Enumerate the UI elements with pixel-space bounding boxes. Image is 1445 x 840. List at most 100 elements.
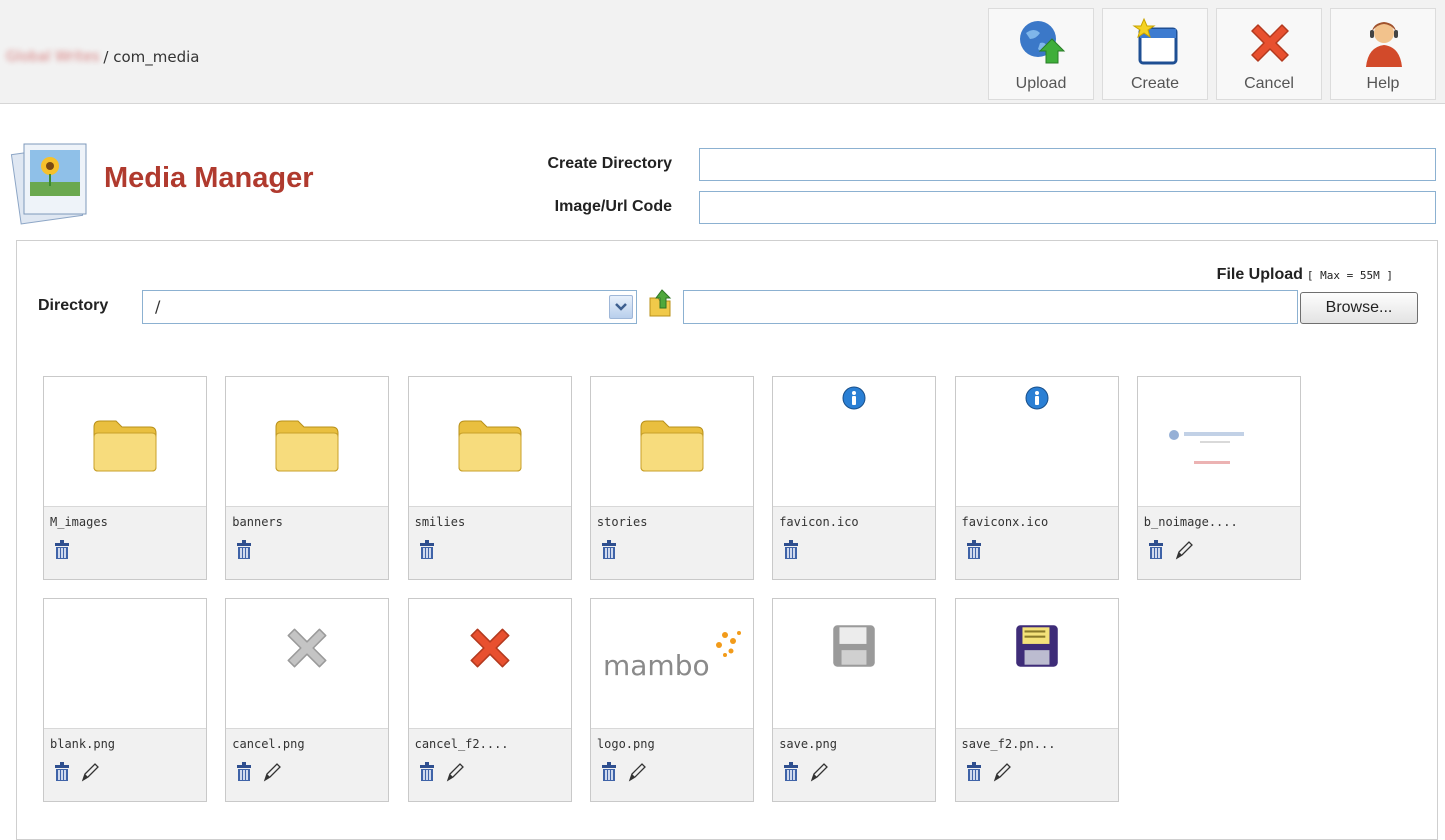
info-icon [842, 386, 866, 410]
media-actions [1146, 539, 1194, 561]
media-tile[interactable]: save_f2.pn... [954, 598, 1119, 802]
pencil-icon[interactable] [262, 761, 282, 783]
media-tile[interactable]: banners [225, 376, 390, 580]
file-upload-input[interactable] [683, 290, 1298, 324]
trash-icon[interactable] [234, 539, 254, 561]
media-filename: M_images [50, 515, 108, 529]
media-thumbnail[interactable] [773, 377, 936, 507]
trash-icon[interactable] [52, 539, 72, 561]
breadcrumb-path: / com_media [103, 48, 200, 66]
media-tile[interactable]: cancel.png [225, 598, 390, 802]
trash-icon[interactable] [417, 761, 437, 783]
media-filename: logo.png [596, 737, 655, 751]
media-tile[interactable]: mambo logo.png [589, 598, 754, 802]
media-filename: save_f2.pn... [961, 737, 1056, 751]
trash-icon[interactable] [964, 761, 984, 783]
create-directory-label: Create Directory [547, 155, 673, 172]
media-thumbnail[interactable] [773, 599, 936, 729]
media-actions [52, 539, 72, 561]
media-filename: cancel.png [232, 737, 305, 751]
upload-label: Upload [1015, 75, 1067, 92]
media-actions [781, 539, 801, 561]
image-url-code-input[interactable] [699, 191, 1436, 224]
media-tile[interactable]: stories [589, 376, 754, 580]
create-directory-input[interactable] [699, 148, 1436, 181]
media-thumbnail[interactable] [590, 377, 753, 507]
mambo-logo-icon: mambo [603, 631, 741, 682]
trash-icon[interactable] [964, 539, 984, 561]
help-icon [1366, 22, 1402, 67]
media-filename: stories [596, 515, 648, 529]
media-actions [417, 761, 465, 783]
directory-select[interactable]: / [142, 290, 637, 324]
help-button[interactable]: Help [1330, 8, 1436, 100]
media-tile[interactable]: blank.png [43, 598, 207, 802]
media-tile[interactable]: smilies [407, 376, 572, 580]
media-filename: b_noimage.... [1143, 515, 1238, 529]
media-tile[interactable]: save.png [772, 598, 937, 802]
trash-icon[interactable] [781, 539, 801, 561]
chevron-down-icon[interactable] [609, 295, 633, 319]
trash-icon[interactable] [781, 761, 801, 783]
media-actions [781, 761, 829, 783]
media-thumbnail[interactable]: mambo [590, 599, 753, 729]
help-label: Help [1366, 75, 1400, 92]
site-name[interactable]: Global Writes [6, 49, 99, 65]
media-tile[interactable]: cancel_f2.... [407, 598, 572, 802]
media-thumbnail[interactable] [955, 599, 1118, 729]
media-filename: banners [232, 515, 283, 529]
folder-icon [93, 420, 157, 472]
media-thumbnail[interactable] [1137, 377, 1300, 507]
media-thumbnail[interactable] [226, 599, 389, 729]
trash-icon[interactable] [1146, 539, 1166, 561]
pencil-icon[interactable] [1174, 539, 1194, 561]
media-thumbnail[interactable] [44, 599, 206, 729]
max-size-label: [ Max = 55M ] [1306, 269, 1393, 282]
top-toolbar: Global Writes / com_media Upload Create … [0, 0, 1445, 104]
media-thumbnail[interactable] [955, 377, 1118, 507]
page-title: Media Manager [104, 162, 314, 194]
media-thumbnail[interactable] [408, 599, 571, 729]
info-icon [1025, 386, 1048, 410]
media-filename: smilies [414, 515, 466, 529]
trash-icon[interactable] [417, 539, 437, 561]
media-actions [599, 761, 647, 783]
media-filename: favicon.ico [779, 515, 859, 529]
pencil-icon[interactable] [80, 761, 100, 783]
mambo-logo-text: mambo [603, 649, 710, 682]
save-color-icon [1015, 625, 1058, 667]
trash-icon[interactable] [234, 761, 254, 783]
cancel-red-icon [470, 628, 510, 668]
folder-icon [458, 420, 522, 472]
trash-icon[interactable] [599, 761, 619, 783]
media-tile[interactable]: b_noimage.... [1136, 376, 1301, 580]
create-icon [1132, 17, 1178, 65]
media-thumbnail[interactable] [408, 377, 571, 507]
create-label: Create [1130, 75, 1180, 92]
file-upload-text: File Upload [1216, 266, 1303, 283]
upload-icon [1020, 21, 1066, 64]
media-manager-logo-icon [10, 143, 87, 225]
pencil-icon[interactable] [809, 761, 829, 783]
media-thumbnail[interactable] [44, 377, 206, 507]
media-tile[interactable]: M_images [43, 376, 207, 580]
media-filename: save.png [779, 737, 837, 751]
pencil-icon[interactable] [627, 761, 647, 783]
pencil-icon[interactable] [992, 761, 1012, 783]
media-thumbnail[interactable] [226, 377, 389, 507]
cancel-button[interactable]: Cancel [1216, 8, 1322, 100]
trash-icon[interactable] [599, 539, 619, 561]
upload-button[interactable]: Upload [988, 8, 1094, 100]
media-tile[interactable]: faviconx.ico [954, 376, 1119, 580]
media-actions [234, 539, 254, 561]
media-tile[interactable]: favicon.ico [772, 376, 937, 580]
media-filename: cancel_f2.... [414, 737, 509, 751]
browse-button[interactable]: Browse... [1300, 292, 1418, 324]
folder-up-icon[interactable] [648, 288, 674, 318]
create-button[interactable]: Create [1102, 8, 1208, 100]
folder-icon [640, 420, 704, 472]
trash-icon[interactable] [52, 761, 72, 783]
no-image-thumbnail-icon [1168, 430, 1244, 464]
breadcrumb: Global Writes / com_media [6, 46, 199, 68]
pencil-icon[interactable] [445, 761, 465, 783]
